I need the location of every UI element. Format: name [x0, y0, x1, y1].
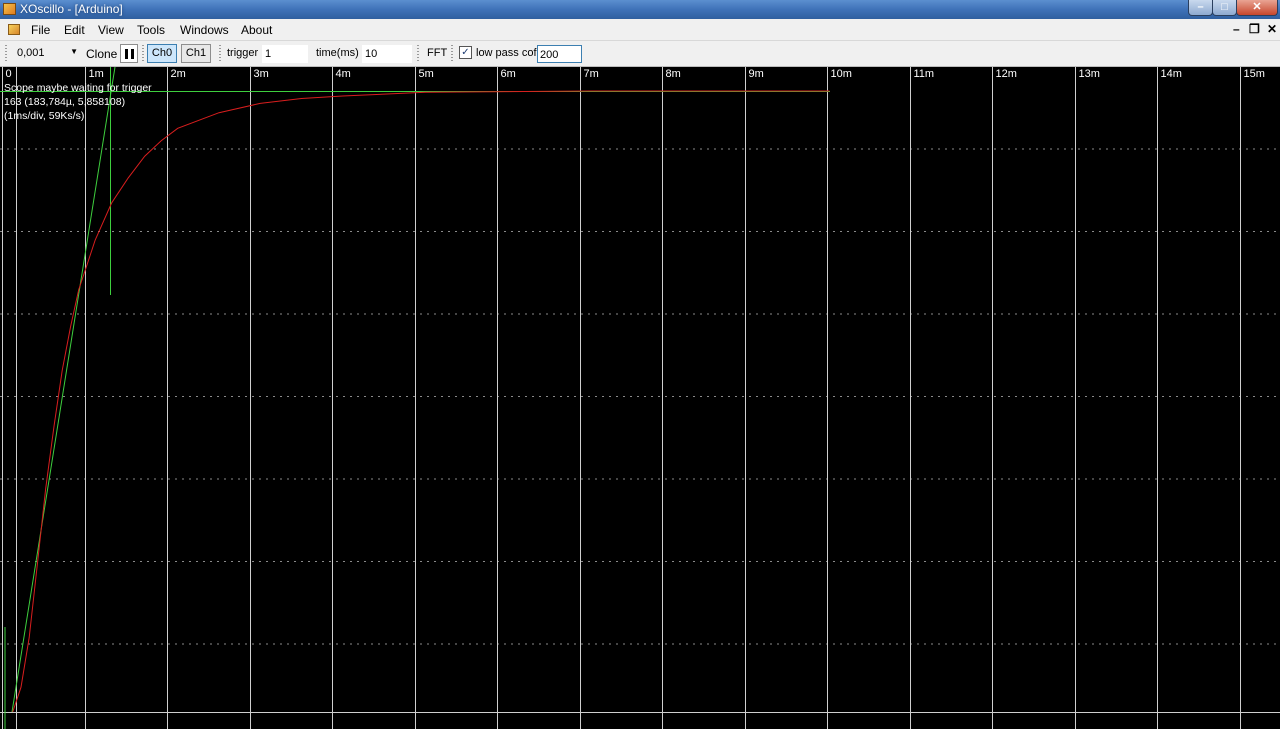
lowpass-input[interactable]: 200	[537, 45, 582, 63]
sample-rate: (1ms/div, 59Ks/s)	[4, 110, 85, 122]
toolbar: 0,001 ▼ Clone Ch0 Ch1 trigger 1 time(ms)…	[0, 41, 1280, 67]
lowpass-label: low pass cof	[476, 47, 537, 59]
channel-0-trace	[12, 90, 830, 713]
x-tick-label: 3m	[253, 68, 269, 80]
mdi-close-button[interactable]: ✕	[1267, 22, 1277, 36]
toolbar-separator	[417, 45, 419, 63]
maximize-button[interactable]: □	[1212, 0, 1237, 16]
scope-display[interactable]: 0 1m 2m 3m 4m 5m 6m 7m 8m 9m 10m 11m 12m 13m 14m 15m Sc…	[0, 67, 1280, 729]
mdi-restore-button[interactable]: ❐	[1249, 22, 1260, 36]
toolbar-separator	[142, 45, 144, 63]
x-tick-label: 14m	[1160, 68, 1182, 80]
menu-tools[interactable]: Tools	[137, 23, 165, 37]
x-tick-label: 11m	[913, 68, 935, 80]
app-window-icon[interactable]	[3, 3, 16, 15]
x-tick-label: 6m	[500, 68, 516, 80]
menu-file[interactable]: File	[31, 23, 50, 37]
menu-bar: File Edit View Tools Windows About – ❐ ✕	[0, 19, 1280, 41]
window-title: XOscillo - [Arduino]	[20, 2, 123, 16]
x-tick-label: 13m	[1078, 68, 1100, 80]
time-input[interactable]: 10	[362, 45, 412, 63]
x-tick-label: 2m	[170, 68, 186, 80]
x-tick-label: 10m	[830, 68, 852, 80]
x-tick-label: 15m	[1243, 68, 1265, 80]
scope-plot[interactable]	[0, 67, 1280, 729]
x-tick-label: 12m	[995, 68, 1017, 80]
lowpass-checkbox[interactable]: ✓	[459, 46, 472, 59]
x-tick-label: 8m	[665, 68, 681, 80]
scale-value: 0,001	[17, 47, 45, 59]
menu-view[interactable]: View	[98, 23, 124, 37]
pause-button[interactable]	[120, 44, 138, 63]
chevron-down-icon: ▼	[70, 47, 78, 56]
close-button[interactable]: ✕	[1236, 0, 1278, 16]
fft-button[interactable]: FFT	[427, 47, 447, 59]
ch1-button[interactable]: Ch1	[181, 44, 211, 63]
trigger-input[interactable]: 1	[262, 45, 308, 63]
toolbar-separator	[219, 45, 221, 63]
x-tick-label: 1m	[88, 68, 104, 80]
time-label: time(ms)	[316, 47, 359, 59]
x-tick-label: 4m	[335, 68, 351, 80]
minimize-button[interactable]: –	[1188, 0, 1213, 16]
mdi-minimize-button[interactable]: –	[1233, 22, 1240, 36]
x-tick-label: 5m	[418, 68, 434, 80]
x-tick-label: 7m	[583, 68, 599, 80]
menu-about[interactable]: About	[241, 23, 272, 37]
ch0-button[interactable]: Ch0	[147, 44, 177, 63]
clone-button[interactable]: Clone	[86, 47, 117, 61]
title-bar: XOscillo - [Arduino] – □ ✕	[0, 0, 1280, 19]
cursor-readout: 163 (183,784µ, 5,858108)	[4, 96, 126, 108]
toolbar-grip[interactable]	[5, 45, 7, 63]
x-tick-label: 9m	[748, 68, 764, 80]
trigger-label: trigger	[227, 47, 259, 59]
menu-edit[interactable]: Edit	[64, 23, 85, 37]
toolbar-separator	[451, 45, 453, 63]
document-icon[interactable]	[8, 24, 20, 35]
menu-windows[interactable]: Windows	[180, 23, 229, 37]
pause-icon-bar	[131, 49, 134, 59]
trigger-status: Scope maybe waiting for trigger	[4, 82, 152, 94]
pause-icon	[125, 49, 128, 59]
scale-dropdown[interactable]: 0,001 ▼	[14, 45, 82, 63]
x-tick-label: 0	[5, 68, 12, 80]
cursor-slope-line	[11, 67, 116, 713]
